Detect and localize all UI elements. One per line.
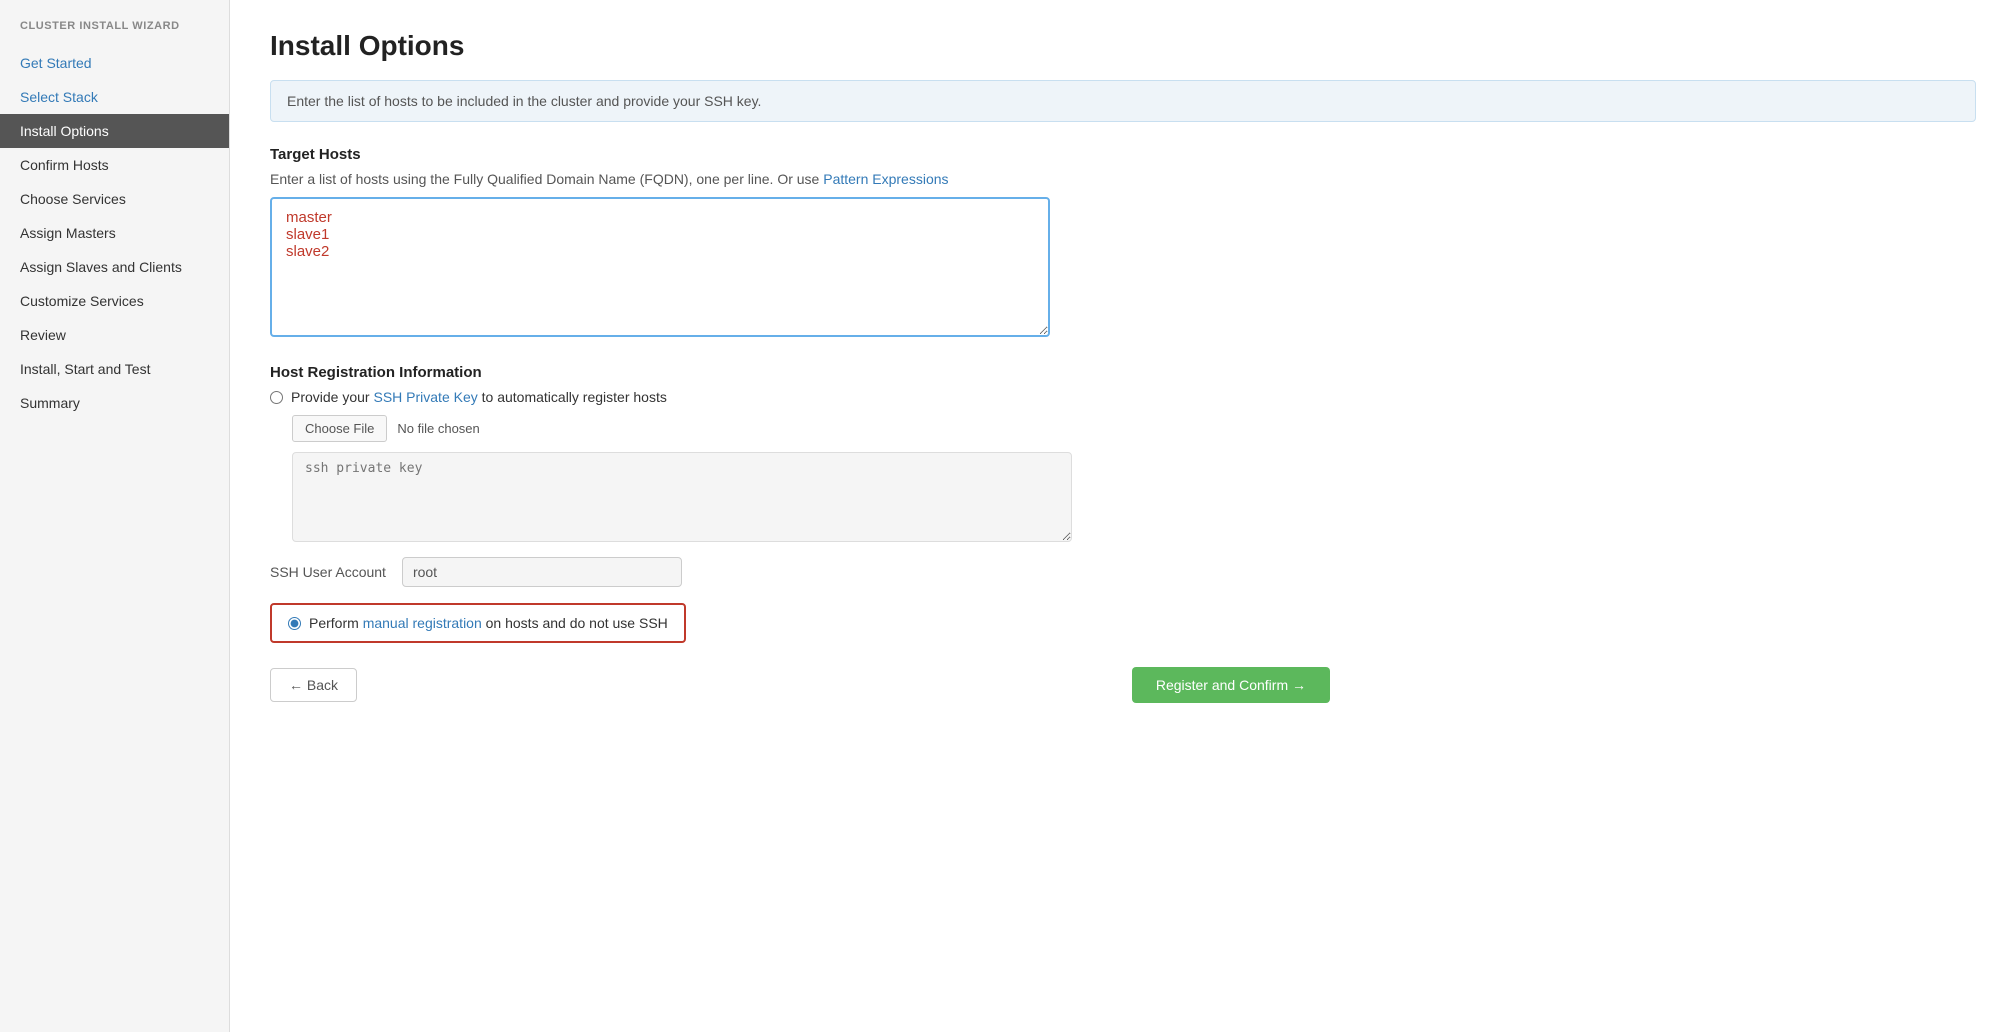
- ssh-private-key-link[interactable]: SSH Private Key: [373, 389, 477, 405]
- target-hosts-section: Target Hosts Enter a list of hosts using…: [270, 146, 1976, 340]
- sidebar-item-confirm-hosts[interactable]: Confirm Hosts: [0, 148, 229, 182]
- choose-file-row: Choose File No file chosen: [292, 415, 1976, 442]
- manual-reg-label: Perform manual registration on hosts and…: [309, 615, 668, 631]
- info-box: Enter the list of hosts to be included i…: [270, 80, 1976, 122]
- pattern-expressions-link[interactable]: Pattern Expressions: [823, 171, 948, 187]
- sidebar-nav: Get StartedSelect StackInstall OptionsCo…: [0, 46, 229, 420]
- sidebar-item-install-start-test[interactable]: Install, Start and Test: [0, 352, 229, 386]
- sidebar-item-summary[interactable]: Summary: [0, 386, 229, 420]
- ssh-user-input[interactable]: [402, 557, 682, 587]
- host-registration-section: Host Registration Information Provide yo…: [270, 364, 1976, 703]
- wizard-title: CLUSTER INSTALL WIZARD: [0, 20, 229, 46]
- manual-reg-radio[interactable]: [288, 617, 301, 630]
- manual-registration-link[interactable]: manual registration: [363, 615, 482, 631]
- register-confirm-button[interactable]: Register and Confirm →: [1132, 667, 1330, 703]
- host-reg-title: Host Registration Information: [270, 364, 1976, 381]
- ssh-user-row: SSH User Account: [270, 557, 1976, 587]
- button-row: ← Back Register and Confirm →: [270, 667, 1330, 703]
- back-button[interactable]: ← Back: [270, 668, 357, 702]
- target-hosts-title: Target Hosts: [270, 146, 1976, 163]
- ssh-key-radio-row: Provide your SSH Private Key to automati…: [270, 389, 1976, 405]
- manual-reg-row: Perform manual registration on hosts and…: [270, 603, 686, 643]
- sidebar-item-customize-services[interactable]: Customize Services: [0, 284, 229, 318]
- hosts-textarea[interactable]: master slave1 slave2: [270, 197, 1050, 337]
- sidebar-item-choose-services[interactable]: Choose Services: [0, 182, 229, 216]
- page-title: Install Options: [270, 30, 1976, 62]
- sidebar: CLUSTER INSTALL WIZARD Get StartedSelect…: [0, 0, 230, 1032]
- sidebar-item-review[interactable]: Review: [0, 318, 229, 352]
- sidebar-item-get-started[interactable]: Get Started: [0, 46, 229, 80]
- target-hosts-desc-text: Enter a list of hosts using the Fully Qu…: [270, 171, 819, 187]
- sidebar-item-install-options[interactable]: Install Options: [0, 114, 229, 148]
- sidebar-item-assign-slaves[interactable]: Assign Slaves and Clients: [0, 250, 229, 284]
- ssh-key-option-label: Provide your SSH Private Key to automati…: [291, 389, 667, 405]
- sidebar-item-select-stack[interactable]: Select Stack: [0, 80, 229, 114]
- target-hosts-desc: Enter a list of hosts using the Fully Qu…: [270, 171, 1976, 187]
- choose-file-button[interactable]: Choose File: [292, 415, 387, 442]
- ssh-user-label: SSH User Account: [270, 564, 386, 580]
- main-content: Install Options Enter the list of hosts …: [230, 0, 2016, 1032]
- no-file-label: No file chosen: [397, 421, 479, 436]
- sidebar-item-assign-masters[interactable]: Assign Masters: [0, 216, 229, 250]
- ssh-key-textarea[interactable]: [292, 452, 1072, 542]
- ssh-key-radio[interactable]: [270, 391, 283, 404]
